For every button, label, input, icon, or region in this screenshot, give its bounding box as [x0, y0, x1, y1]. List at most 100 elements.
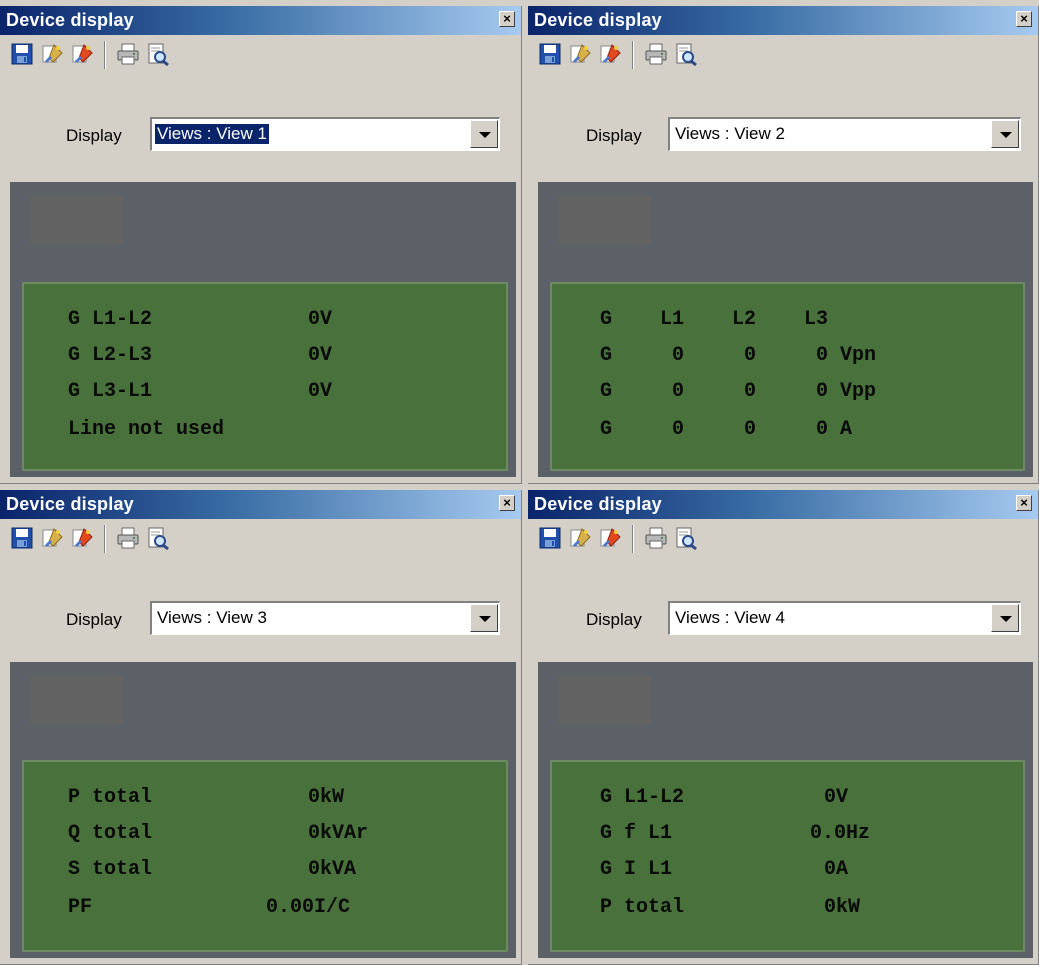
device-display-window-1: Device display × Display Views : View 1 …: [0, 6, 522, 484]
lcd-value: 0kW: [824, 896, 861, 919]
dropdown-button[interactable]: [470, 120, 498, 148]
lcd-line: Line not used: [24, 418, 506, 448]
lcd-line: G 0 0 0 Vpn: [552, 344, 1023, 374]
status-indicator: [30, 196, 123, 244]
close-icon[interactable]: ×: [1016, 495, 1032, 511]
save-icon[interactable]: [10, 526, 34, 550]
display-select-value: Views : View 3: [157, 608, 267, 627]
dropdown-button[interactable]: [991, 604, 1019, 632]
save-icon[interactable]: [538, 42, 562, 66]
edit-wizard-red-icon[interactable]: [598, 42, 622, 66]
toolbar-separator: [632, 525, 634, 553]
lcd-line: P total 0kW: [552, 896, 1023, 926]
device-display-window-3: Device display × Display Views : View 3 …: [0, 490, 522, 965]
device-display-area: G L1-L2 0V G L2-L3 0V G L3-L1 0V Line not u…: [10, 182, 516, 477]
lcd-value: 0kVA: [308, 858, 357, 881]
display-selector-row: Display Views : View 2: [528, 75, 1038, 165]
lcd-line: PF 0.00I/C: [24, 896, 506, 926]
lcd-line: G L1-L2 0V: [24, 308, 506, 338]
lcd-text: G 0 0 0 A: [600, 418, 853, 441]
lcd-value: 0kW: [308, 786, 345, 809]
lcd-value: 0.00I/C: [266, 896, 351, 919]
toolbar: [528, 519, 1038, 559]
lcd-screen: G L1-L2 0V G f L1 0.0Hz G I L1 0A P total 0k…: [550, 760, 1025, 952]
edit-wizard-red-icon[interactable]: [598, 526, 622, 550]
save-icon[interactable]: [538, 526, 562, 550]
lcd-label: G f L1: [600, 822, 673, 845]
device-display-window-2: Device display × Display Views : View 2 …: [528, 6, 1039, 484]
lcd-label: P total: [68, 786, 153, 809]
edit-wizard-icon[interactable]: [40, 526, 64, 550]
toolbar: [528, 35, 1038, 75]
lcd-value: 0.0Hz: [810, 822, 871, 845]
lcd-screen: P total 0kW Q total 0kVAr S total 0kVA PF 0.…: [22, 760, 508, 952]
lcd-screen: G L1 L2 L3 G 0 0 0 Vpn G 0 0 0 Vpp G 0 0…: [550, 282, 1025, 471]
lcd-line: G I L1 0A: [552, 858, 1023, 888]
title-bar[interactable]: Device display ×: [0, 6, 521, 35]
lcd-value: 0V: [308, 344, 333, 367]
toolbar: [0, 519, 521, 559]
window-title: Device display: [534, 494, 662, 514]
dropdown-button[interactable]: [991, 120, 1019, 148]
print-preview-icon[interactable]: [146, 526, 170, 550]
print-preview-icon[interactable]: [146, 42, 170, 66]
lcd-label: P total: [600, 896, 685, 919]
print-icon[interactable]: [116, 42, 140, 66]
edit-wizard-icon[interactable]: [40, 42, 64, 66]
lcd-line: G f L1 0.0Hz: [552, 822, 1023, 852]
lcd-line: G L3-L1 0V: [24, 380, 506, 410]
print-preview-icon[interactable]: [674, 526, 698, 550]
lcd-text: G L1 L2 L3: [600, 308, 829, 331]
toolbar-separator: [632, 41, 634, 69]
print-icon[interactable]: [644, 42, 668, 66]
window-title: Device display: [6, 10, 134, 30]
window-title: Device display: [6, 494, 134, 514]
chevron-down-icon: [479, 616, 491, 622]
print-preview-icon[interactable]: [674, 42, 698, 66]
close-icon[interactable]: ×: [1016, 11, 1032, 27]
display-label: Display: [586, 126, 642, 145]
display-select-value: Views : View 4: [675, 608, 785, 627]
lcd-screen: G L1-L2 0V G L2-L3 0V G L3-L1 0V Line not u…: [22, 282, 508, 471]
print-icon[interactable]: [116, 526, 140, 550]
device-display-area: G L1-L2 0V G f L1 0.0Hz G I L1 0A P total 0k…: [538, 662, 1033, 958]
display-select[interactable]: Views : View 4: [668, 601, 1021, 635]
lcd-value: 0V: [308, 308, 333, 331]
lcd-label: G L1-L2: [68, 308, 153, 331]
close-icon[interactable]: ×: [499, 495, 515, 511]
save-icon[interactable]: [10, 42, 34, 66]
display-select[interactable]: Views : View 3: [150, 601, 500, 635]
chevron-down-icon: [1000, 132, 1012, 138]
lcd-line: S total 0kVA: [24, 858, 506, 888]
status-indicator: [558, 196, 651, 244]
dropdown-button[interactable]: [470, 604, 498, 632]
lcd-value: 0kVAr: [308, 822, 369, 845]
close-icon[interactable]: ×: [499, 11, 515, 27]
lcd-label: G I L1: [600, 858, 673, 881]
status-indicator: [30, 676, 123, 724]
toolbar: [0, 35, 521, 75]
lcd-label: G L3-L1: [68, 380, 153, 403]
display-selector-row: Display Views : View 3: [0, 559, 521, 649]
edit-wizard-red-icon[interactable]: [70, 526, 94, 550]
lcd-value: 0A: [824, 858, 849, 881]
display-selector-row: Display Views : View 1: [0, 75, 521, 165]
edit-wizard-icon[interactable]: [568, 526, 592, 550]
lcd-line: P total 0kW: [24, 786, 506, 816]
display-select[interactable]: Views : View 1: [150, 117, 500, 151]
title-bar[interactable]: Device display ×: [0, 490, 521, 519]
toolbar-separator: [104, 41, 106, 69]
print-icon[interactable]: [644, 526, 668, 550]
lcd-line: G 0 0 0 A: [552, 418, 1023, 448]
title-bar[interactable]: Device display ×: [528, 6, 1038, 35]
edit-wizard-icon[interactable]: [568, 42, 592, 66]
edit-wizard-red-icon[interactable]: [70, 42, 94, 66]
toolbar-separator: [104, 525, 106, 553]
title-bar[interactable]: Device display ×: [528, 490, 1038, 519]
lcd-label: G L2-L3: [68, 344, 153, 367]
display-label: Display: [66, 610, 122, 629]
display-label: Display: [66, 126, 122, 145]
lcd-value: 0V: [308, 380, 333, 403]
lcd-line: G L2-L3 0V: [24, 344, 506, 374]
display-select[interactable]: Views : View 2: [668, 117, 1021, 151]
